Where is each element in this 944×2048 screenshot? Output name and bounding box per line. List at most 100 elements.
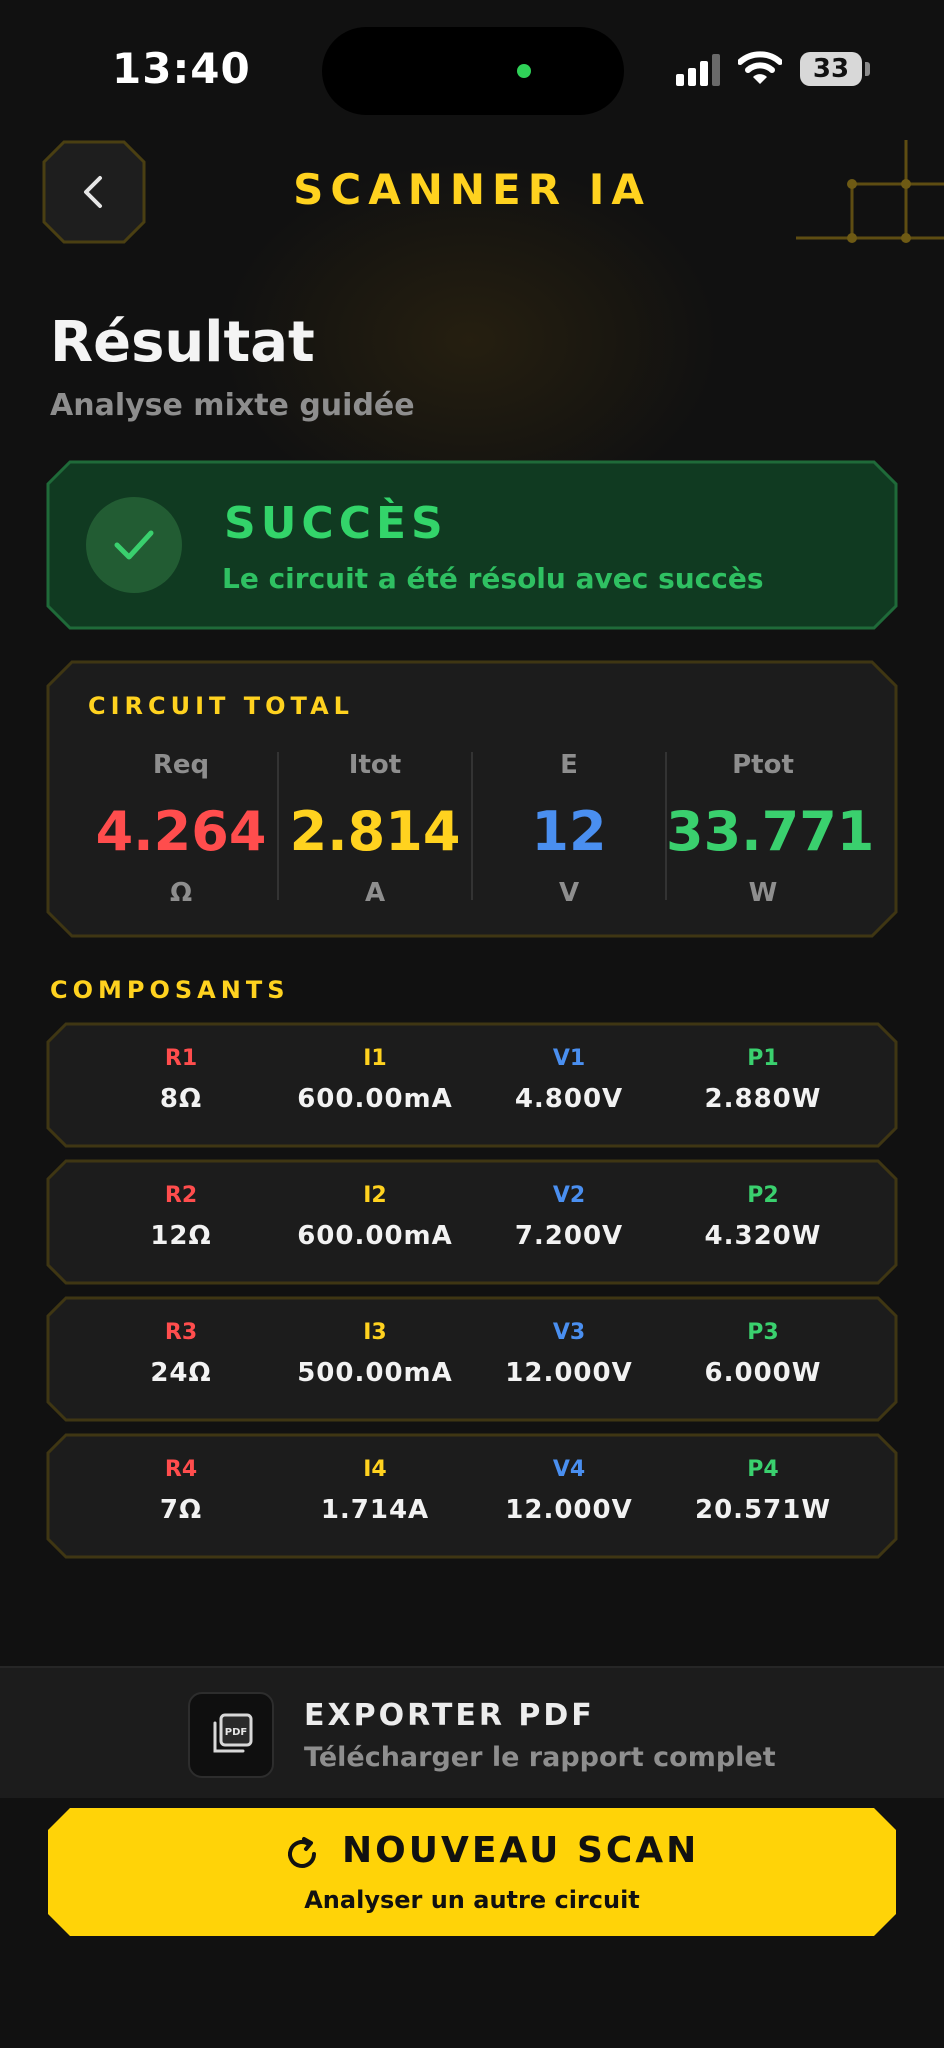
back-button[interactable] bbox=[42, 140, 146, 244]
success-title: SUCCÈS bbox=[224, 498, 448, 549]
metric-ptot: Ptot 33.771 W bbox=[666, 750, 875, 908]
status-time: 13:40 bbox=[112, 44, 251, 93]
metric-value: 12 bbox=[531, 800, 607, 863]
new-scan-title: NOUVEAU SCAN bbox=[342, 1830, 700, 1871]
cell-name: I1 bbox=[363, 1046, 387, 1071]
cell-name: R3 bbox=[164, 1320, 198, 1345]
export-subtitle: Télécharger le rapport complet bbox=[304, 1742, 776, 1773]
back-chevron-icon bbox=[84, 176, 102, 208]
cell-value: 600.00mA bbox=[297, 1221, 453, 1251]
cell-name: I4 bbox=[363, 1457, 387, 1482]
circuit-total-card: CIRCUIT TOTAL Req 4.264 Ω Itot 2.814 A E… bbox=[46, 660, 898, 938]
voltage-cell: V3 12.000V bbox=[472, 1320, 666, 1388]
current-cell: I2 600.00mA bbox=[278, 1183, 472, 1251]
power-cell: P3 6.000W bbox=[666, 1320, 860, 1388]
refresh-icon bbox=[288, 1837, 316, 1868]
cell-value: 600.00mA bbox=[297, 1084, 453, 1114]
cell-value: 12.000V bbox=[505, 1358, 633, 1388]
pdf-icon: PDF bbox=[188, 1692, 274, 1778]
component-row-1: R1 8Ω I1 600.00mA V1 4.800V P1 2.880W bbox=[46, 1022, 898, 1148]
new-scan-subtitle: Analyser un autre circuit bbox=[304, 1886, 640, 1914]
cell-value: 1.714A bbox=[320, 1495, 430, 1525]
cell-value: 12Ω bbox=[150, 1221, 212, 1251]
metric-unit: Ω bbox=[169, 878, 193, 908]
battery-icon: 33 bbox=[800, 52, 862, 86]
battery-tip bbox=[865, 62, 870, 76]
cell-value: 4.800V bbox=[514, 1084, 624, 1114]
cell-value: 7Ω bbox=[159, 1495, 203, 1525]
current-cell: I1 600.00mA bbox=[278, 1046, 472, 1114]
metric-name: Req bbox=[152, 750, 210, 780]
cell-name: V3 bbox=[552, 1320, 586, 1345]
voltage-cell: V2 7.200V bbox=[472, 1183, 666, 1251]
cell-value: 2.880W bbox=[704, 1084, 822, 1114]
resistor-cell: R1 8Ω bbox=[84, 1046, 278, 1114]
component-row-4: R4 7Ω I4 1.714A V4 12.000V P4 20.571W bbox=[46, 1433, 898, 1559]
metric-itot: Itot 2.814 A bbox=[278, 750, 472, 908]
voltage-cell: V1 4.800V bbox=[472, 1046, 666, 1114]
cell-value: 8Ω bbox=[159, 1084, 203, 1114]
success-check-circle bbox=[86, 497, 182, 593]
status-bar: 13:40 33 bbox=[0, 0, 944, 130]
success-card: SUCCÈS Le circuit a été résolu avec succ… bbox=[46, 460, 898, 630]
svg-text:PDF: PDF bbox=[225, 1727, 247, 1738]
cell-name: I2 bbox=[363, 1183, 387, 1208]
cell-name: P1 bbox=[747, 1046, 779, 1071]
cell-name: R4 bbox=[164, 1457, 198, 1482]
metric-value: 33.771 bbox=[666, 800, 875, 863]
metric-value: 4.264 bbox=[95, 800, 267, 863]
cell-name: V4 bbox=[552, 1457, 586, 1482]
page-title: Résultat bbox=[50, 310, 315, 375]
metric-name: Ptot bbox=[732, 750, 794, 780]
cell-name: V1 bbox=[552, 1046, 586, 1071]
export-title: EXPORTER PDF bbox=[304, 1698, 595, 1733]
metric-unit: A bbox=[364, 878, 386, 908]
metric-e: E 12 V bbox=[472, 750, 666, 908]
camera-indicator-dot bbox=[517, 64, 531, 78]
export-pdf-button[interactable]: PDF EXPORTER PDF Télécharger le rapport … bbox=[0, 1666, 944, 1798]
metric-req: Req 4.264 Ω bbox=[84, 750, 278, 908]
cell-value: 500.00mA bbox=[297, 1358, 453, 1388]
metric-name: E bbox=[560, 750, 578, 780]
cell-name: P4 bbox=[747, 1457, 779, 1482]
cell-value: 7.200V bbox=[514, 1221, 624, 1251]
circuit-total-label: CIRCUIT TOTAL bbox=[88, 692, 354, 720]
cell-name: P2 bbox=[747, 1183, 779, 1208]
resistor-cell: R4 7Ω bbox=[84, 1457, 278, 1525]
page-subtitle: Analyse mixte guidée bbox=[50, 388, 415, 423]
metric-name: Itot bbox=[348, 750, 402, 780]
circuit-decoration-icon bbox=[796, 140, 944, 243]
component-row-2: R2 12Ω I2 600.00mA V2 7.200V P2 4.320W bbox=[46, 1159, 898, 1285]
component-row-3: R3 24Ω I3 500.00mA V3 12.000V P3 6.000W bbox=[46, 1296, 898, 1422]
power-cell: P2 4.320W bbox=[666, 1183, 860, 1251]
metric-unit: V bbox=[558, 878, 580, 908]
cell-value: 12.000V bbox=[505, 1495, 633, 1525]
current-cell: I4 1.714A bbox=[278, 1457, 472, 1525]
resistor-cell: R3 24Ω bbox=[84, 1320, 278, 1388]
checkmark-icon bbox=[114, 530, 154, 560]
metric-unit: W bbox=[748, 878, 778, 908]
battery-level: 33 bbox=[812, 54, 850, 84]
cell-value: 24Ω bbox=[150, 1358, 212, 1388]
cell-name: R2 bbox=[164, 1183, 198, 1208]
success-message: Le circuit a été résolu avec succès bbox=[222, 562, 764, 595]
cell-value: 6.000W bbox=[704, 1358, 822, 1388]
cell-value: 4.320W bbox=[704, 1221, 822, 1251]
current-cell: I3 500.00mA bbox=[278, 1320, 472, 1388]
cell-name: R1 bbox=[164, 1046, 198, 1071]
voltage-cell: V4 12.000V bbox=[472, 1457, 666, 1525]
cell-name: I3 bbox=[363, 1320, 387, 1345]
dynamic-island bbox=[322, 27, 624, 115]
header-title: SCANNER IA bbox=[293, 165, 651, 214]
metric-value: 2.814 bbox=[289, 800, 461, 863]
components-label: COMPOSANTS bbox=[50, 976, 290, 1004]
new-scan-button[interactable]: NOUVEAU SCAN Analyser un autre circuit bbox=[48, 1808, 896, 1936]
resistor-cell: R2 12Ω bbox=[84, 1183, 278, 1251]
wifi-icon bbox=[738, 51, 782, 84]
power-cell: P1 2.880W bbox=[666, 1046, 860, 1114]
cell-name: P3 bbox=[747, 1320, 779, 1345]
cell-value: 20.571W bbox=[694, 1495, 831, 1525]
power-cell: P4 20.571W bbox=[666, 1457, 860, 1525]
signal-icon bbox=[676, 54, 720, 86]
cell-name: V2 bbox=[552, 1183, 586, 1208]
